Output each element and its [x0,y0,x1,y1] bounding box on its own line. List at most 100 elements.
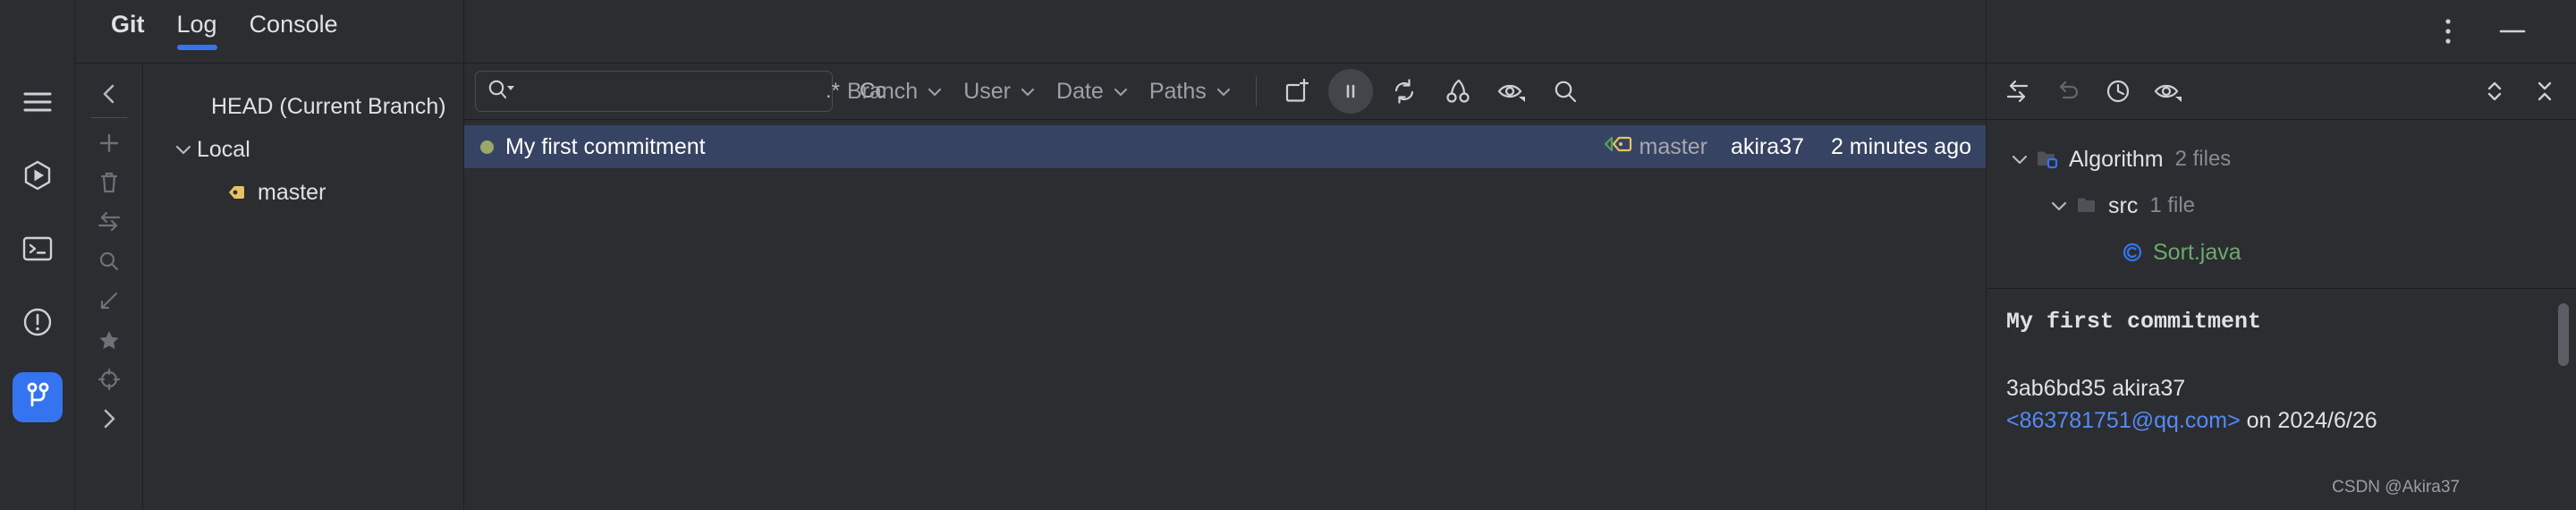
file-node-count: 2 files [2174,147,2232,171]
new-tab-icon[interactable] [1275,69,1319,114]
chevron-down-icon [170,142,197,157]
commit-author-name: akira37 [2112,376,2186,401]
details-toolbar [1987,63,2576,120]
show-details-eye-icon[interactable] [1489,69,1534,114]
toolbar-divider [1255,76,1257,106]
log-header-strip [464,0,1986,63]
file-node-label: Sort.java [2153,239,2241,265]
cherry-pick-icon[interactable] [1436,69,1480,114]
log-search-box[interactable]: .* Cc [475,71,886,112]
collapse-all-icon[interactable] [2522,69,2567,114]
filter-branch[interactable]: Branch [842,79,949,105]
details-scrollbar[interactable] [2558,303,2569,366]
filter-user-label: User [963,78,1012,104]
branch-group-local[interactable]: Local [143,128,463,171]
file-node-java[interactable]: Sort.java [1987,229,2576,276]
new-branch-icon[interactable] [86,123,132,163]
terminal-tool-button[interactable] [13,225,63,276]
file-node-gitignore[interactable]: .gitignore [1987,276,2576,289]
chevron-down-icon [1215,79,1233,105]
branch-node-head[interactable]: HEAD (Current Branch) [143,85,463,128]
run-hexagon-icon [21,159,54,196]
tab-console[interactable]: Console [250,11,338,50]
tab-git[interactable]: Git [111,11,145,50]
commit-message-title: My first commitment [2006,309,2262,335]
search-dropdown-icon[interactable] [487,78,517,106]
commit-on-label: on [2246,408,2272,434]
commit-ref-label: master [1639,133,1707,159]
branches-toolbar [75,64,143,510]
collapse-left-icon[interactable] [86,74,132,114]
revert-icon[interactable] [2046,69,2090,114]
changed-files-tree: Algorithm 2 files src 1 file Sort.java [1987,120,2576,288]
show-diff-eye-icon[interactable] [2146,69,2190,114]
commit-date: 2 minutes ago [1830,133,1971,159]
window-controls [2428,0,2576,63]
log-search-input[interactable] [524,78,812,105]
history-clock-icon[interactable] [2096,69,2140,114]
branch-node-master[interactable]: master [143,171,463,214]
checkout-icon[interactable] [86,281,132,320]
activity-rail [0,0,75,510]
commit-subject: My first commitment [505,133,706,159]
search-icon[interactable] [1543,69,1588,114]
project-view-button[interactable] [13,79,63,129]
filter-paths[interactable]: Paths [1144,79,1238,105]
git-branch-icon [22,380,53,415]
file-node-module[interactable]: Algorithm 2 files [1987,136,2576,183]
commit-message-area: My first commitment 3ab6bd35 akira37 <86… [1987,288,2576,510]
tool-window-header: Git Log Console [75,0,463,63]
commit-row[interactable]: My first commitment master akira37 2 min… [464,125,1986,168]
filter-date[interactable]: Date [1051,79,1135,105]
branches-body: HEAD (Current Branch) Local master [75,63,463,510]
target-icon[interactable] [86,360,132,399]
file-node-label: Algorithm [2069,146,2164,172]
commit-details-panel: Algorithm 2 files src 1 file Sort.java M… [1986,0,2576,510]
commit-author: akira37 [1730,133,1804,159]
commit-email-date: <863781751@qq.com> on 2024/6/26 [2006,404,2549,437]
file-node-folder[interactable]: src 1 file [1987,183,2576,229]
filter-date-label: Date [1056,78,1104,104]
tab-log[interactable]: Log [176,11,217,50]
run-tool-button[interactable] [13,152,63,202]
merge-icon[interactable] [86,202,132,242]
folder-icon [2072,195,2103,217]
compare-icon[interactable] [1996,69,2040,114]
favorite-star-icon[interactable] [86,320,132,360]
refresh-icon[interactable] [1382,69,1427,114]
chevron-down-icon[interactable] [2046,199,2072,213]
filter-paths-label: Paths [1148,78,1207,104]
commit-ref-badge: master [1603,132,1707,162]
delete-branch-icon[interactable] [86,163,132,202]
tab-bar: Git Log Console [111,11,338,50]
branch-node-label: master [258,179,326,205]
branches-panel: Git Log Console HEAD (Current Branch) Lo… [75,0,463,510]
watermark: CSDN @Akira37 [2332,478,2460,497]
branches-tree: HEAD (Current Branch) Local master [143,64,463,510]
module-folder-icon [2033,149,2063,170]
options-menu-icon[interactable] [2428,11,2469,52]
commit-metadata: 3ab6bd35 akira37 <863781751@qq.com> on 2… [2006,372,2549,438]
chevron-down-icon [926,79,944,105]
commit-author-email[interactable]: <863781751@qq.com> [2006,408,2241,433]
commit-node-icon [480,140,494,154]
java-class-icon [2117,241,2148,264]
commit-list: My first commitment master akira37 2 min… [464,120,1986,510]
search-icon[interactable] [86,242,132,281]
chevron-down-icon [1112,79,1130,105]
commit-hash[interactable]: 3ab6bd35 [2006,376,2106,401]
git-tool-button[interactable] [12,372,63,422]
problems-tool-button[interactable] [13,299,63,349]
terminal-icon [22,235,53,267]
filter-branch-label: Branch [847,78,919,104]
pause-icon[interactable] [1327,69,1373,114]
minimize-icon[interactable] [2492,11,2533,52]
branch-group-label: Local [197,136,250,162]
commit-hash-author: 3ab6bd35 akira37 [2006,372,2549,404]
expand-right-icon[interactable] [86,399,132,438]
filter-user[interactable]: User [958,79,1042,105]
chevron-down-icon[interactable] [2006,152,2033,166]
expand-all-icon[interactable] [2472,69,2517,114]
branch-ref-icon [1603,132,1633,162]
log-toolbar: .* Cc Branch User Date Paths [464,63,1986,120]
